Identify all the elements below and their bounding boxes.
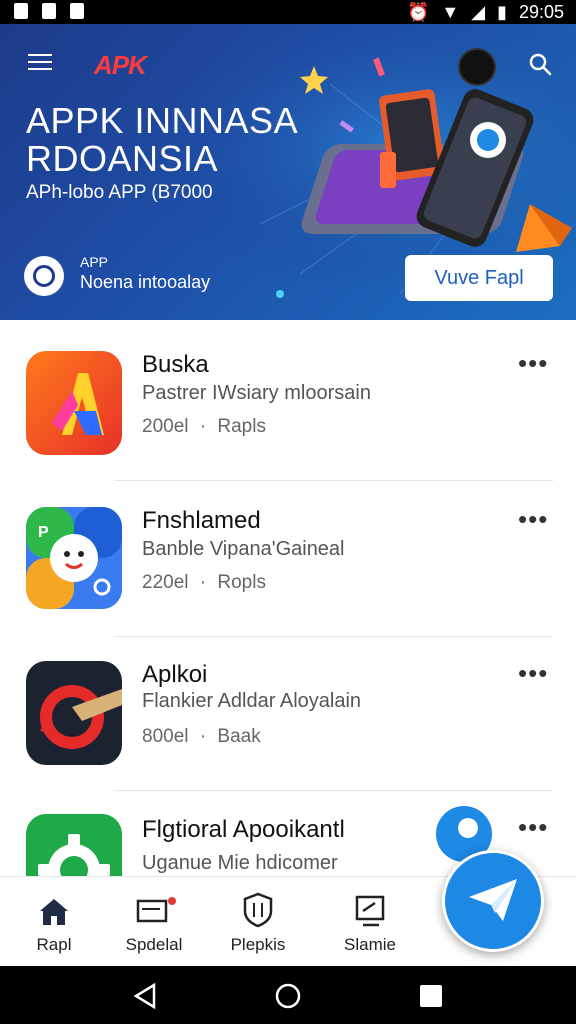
menu-button[interactable] [28, 54, 52, 72]
buska-app-icon [26, 351, 122, 455]
more-options-icon[interactable]: ••• [518, 504, 548, 535]
hero-title-line2: RDOANSIA [26, 138, 219, 179]
divider [115, 480, 553, 481]
hero-title-line1: APPK INNNASA [26, 100, 299, 141]
divider [115, 790, 553, 791]
send-icon [469, 879, 517, 921]
svg-text:P: P [38, 524, 49, 541]
list-item[interactable]: Aplkoi Flankier Adldar Aloyalain 800el ·… [0, 640, 576, 790]
more-options-icon[interactable]: ••• [518, 658, 548, 689]
app-name: Buska [142, 351, 209, 378]
nav-label: Spdelal [125, 935, 183, 954]
app-name: Flgtioral Apooikantl [142, 816, 345, 843]
cta-button[interactable]: Vuve Fapl [405, 255, 553, 301]
app-meta-separator: · [199, 416, 207, 437]
app-meta-separator: · [199, 726, 207, 747]
wifi-icon: ▼ [441, 2, 460, 22]
app-meta-separator: · [199, 572, 207, 593]
more-options-icon[interactable]: ••• [518, 812, 548, 843]
app-meta-label: Rapls [217, 416, 266, 437]
divider [115, 636, 553, 637]
app-badge-icon [24, 256, 64, 296]
brand-text: APK [94, 50, 147, 80]
app-meta-count: 800el [142, 726, 189, 747]
hero-banner: APK APPK INNNASA RDOANSIA APh-lobo APP (… [0, 24, 576, 320]
notification-icon [14, 3, 28, 19]
list-item[interactable]: P Fnshlamed Banble Vipana'Gaineal 220el … [0, 486, 576, 636]
badge-subtitle: Noena intooalay [80, 272, 211, 292]
document-icon [42, 3, 56, 19]
nav-label: Rapl [36, 935, 72, 954]
app-subtitle: Uganue Mie hdicomer [142, 852, 338, 874]
fnshlamed-app-icon: P [26, 507, 122, 609]
nav-item-home[interactable]: Rapl [4, 877, 104, 967]
home-icon [40, 899, 68, 925]
app-subtitle: Banble Vipana'Gaineal [142, 538, 345, 560]
app-name: Aplkoi [142, 661, 208, 688]
search-icon[interactable] [528, 52, 552, 76]
signal-icon: ◢ [471, 2, 486, 22]
send-fab-button[interactable] [442, 850, 544, 952]
special-icon [136, 897, 176, 923]
app-meta-count: 200el [142, 416, 189, 437]
battery-icon: ▮ [497, 2, 507, 22]
back-icon[interactable] [132, 982, 158, 1010]
nav-label: Slamie [344, 935, 396, 954]
nav-item-shield[interactable]: Plepkis [208, 877, 308, 967]
image-icon [70, 3, 84, 19]
brand-logo: APK [94, 50, 147, 81]
hero-subtitle: APh-lobo APP (B7000 [26, 182, 213, 203]
nav-item-edit[interactable]: Slamie [320, 877, 420, 967]
avatar[interactable] [458, 48, 496, 86]
app-meta: 200el · Rapls [142, 416, 266, 438]
alarm-icon: ⏰ [406, 2, 430, 22]
badge-label: APP [80, 254, 109, 270]
app-subtitle: Pastrer IWsiary mloorsain [142, 382, 371, 404]
app-name: Fnshlamed [142, 507, 261, 534]
more-options-icon[interactable]: ••• [518, 348, 548, 379]
app-meta: 800el · Baak [142, 726, 261, 748]
status-bar: ⏰ ▼ ◢ ▮ 29:05 [0, 0, 576, 24]
app-subtitle: Flankier Adldar Aloyalain [142, 690, 362, 712]
shield-icon [243, 892, 273, 928]
app-meta: 220el · Ropls [142, 572, 266, 594]
nav-label: Plepkis [230, 935, 286, 954]
app-meta-label: Baak [217, 726, 261, 747]
flgtioral-app-icon [26, 814, 122, 876]
aplkoi-app-icon [26, 661, 122, 765]
home-circle-icon[interactable] [274, 982, 302, 1010]
app-meta-label: Ropls [217, 572, 266, 593]
nav-item-special[interactable]: Spdelal [104, 877, 204, 967]
recents-icon[interactable] [420, 985, 442, 1007]
list-item[interactable]: Buska Pastrer IWsiary mloorsain 200el · … [0, 330, 576, 480]
app-meta-count: 220el [142, 572, 189, 593]
system-nav-bar [0, 966, 576, 1024]
status-time: 29:05 [518, 2, 564, 22]
edit-icon [355, 895, 385, 927]
hero-title: APPK INNNASA RDOANSIA [26, 102, 298, 178]
